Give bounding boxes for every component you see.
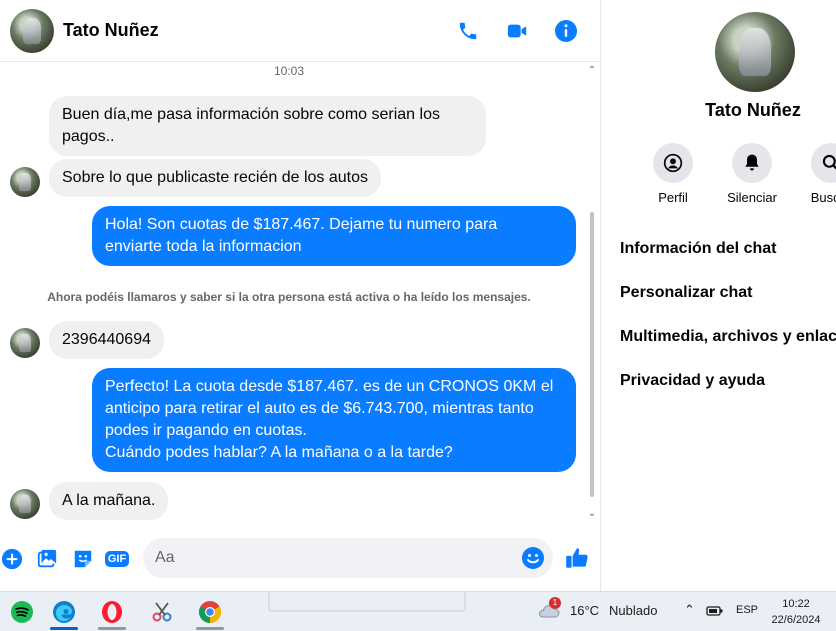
message-incoming[interactable]: Sobre lo que publicaste recién de los au… [49, 159, 381, 197]
profile-action[interactable]: Perfil [633, 143, 713, 205]
menu-media-files-links[interactable]: Multimedia, archivos y enlaces [620, 328, 836, 346]
mute-action-label: Silenciar [727, 190, 777, 205]
clock-date: 22/6/2024 [771, 614, 821, 626]
emoji-button[interactable] [521, 546, 545, 570]
edge-icon [53, 601, 75, 623]
chat-panel: Tato Nuñez 10:03 Buen día,me pasa inform… [0, 0, 601, 591]
conversation-info-button[interactable] [553, 18, 579, 44]
taskbar-edge[interactable] [42, 592, 86, 631]
attach-media-button[interactable] [35, 547, 59, 571]
input-language-indicator[interactable]: ESP [736, 604, 758, 616]
scroll-thumb[interactable] [590, 212, 594, 497]
plus-circle-icon [1, 548, 23, 570]
show-hidden-icons-chevron-icon[interactable]: ⌃ [684, 602, 695, 618]
weather-widget[interactable]: 1 16°C Nublado [536, 597, 658, 620]
message-outgoing[interactable]: Perfecto! La cuota desde $187.467. es de… [92, 368, 576, 472]
scroll-down-arrow-icon[interactable]: ⌄ [587, 508, 597, 519]
message-incoming[interactable]: 2396440694 [49, 321, 164, 359]
phone-icon [459, 22, 477, 40]
message-incoming[interactable]: Buen día,me pasa información sobre como … [49, 96, 486, 156]
sender-avatar[interactable] [10, 328, 40, 358]
clock-time: 10:22 [782, 598, 810, 610]
message-composer: GIF [0, 528, 601, 591]
mute-action-button[interactable] [732, 143, 772, 183]
search-action-button[interactable] [811, 143, 836, 183]
message-input[interactable] [143, 538, 553, 578]
send-like-button[interactable] [564, 544, 590, 572]
spotify-icon [11, 601, 33, 623]
phone-call-button[interactable] [455, 18, 481, 44]
weather-temperature: 16°C [570, 602, 600, 618]
bell-icon [745, 154, 759, 171]
sender-avatar[interactable] [10, 489, 40, 519]
profile-icon [663, 153, 683, 173]
message-list[interactable]: 10:03 Buen día,me pasa información sobre… [0, 62, 601, 528]
chat-header: Tato Nuñez [0, 0, 601, 62]
gif-icon: GIF [104, 551, 130, 567]
taskbar-spotify[interactable] [0, 592, 44, 631]
scroll-up-arrow-icon[interactable]: ⌃ [587, 65, 597, 76]
sticker-icon [74, 550, 92, 568]
mute-action[interactable]: Silenciar [712, 143, 792, 205]
weather-alert-badge: 1 [549, 597, 561, 609]
menu-chat-info[interactable]: Información del chat [620, 240, 776, 258]
info-icon [555, 20, 577, 42]
tray-network-battery-icon[interactable] [706, 603, 724, 624]
video-call-button[interactable] [504, 18, 530, 44]
conversation-details-panel: Tato Nuñez Perfil Silenciar Buscar Infor… [602, 0, 836, 591]
gif-button[interactable]: GIF [104, 547, 130, 571]
taskbar-snipping-tool[interactable] [140, 592, 184, 631]
cloudy-weather-icon: 1 [536, 597, 561, 620]
menu-customize-chat[interactable]: Personalizar chat [620, 284, 753, 302]
search-action-label: Buscar [810, 190, 836, 205]
search-action[interactable]: Buscar [791, 143, 836, 205]
gallery-icon [37, 549, 57, 568]
chrome-icon [199, 601, 221, 623]
weather-condition: Nublado [609, 602, 658, 618]
gif-label: GIF [107, 553, 127, 565]
windows-taskbar: 1 16°C Nublado ⌃ ESP 10:22 22/6/2024 [0, 591, 836, 631]
taskbar-chrome[interactable] [188, 592, 232, 631]
timestamp-separator: 10:03 [273, 64, 305, 78]
search-icon [822, 154, 836, 170]
more-actions-button[interactable] [0, 547, 24, 571]
profile-action-button[interactable] [653, 143, 693, 183]
message-scrollbar[interactable]: ⌃ ⌄ [587, 62, 597, 528]
opera-icon [102, 601, 122, 623]
message-outgoing[interactable]: Hola! Son cuotas de $187.467. Dejame tu … [92, 206, 576, 266]
messenger-window: Tato Nuñez 10:03 Buen día,me pasa inform… [0, 0, 836, 631]
sender-avatar[interactable] [10, 167, 40, 197]
contact-avatar[interactable] [10, 9, 54, 53]
profile-photo[interactable] [715, 12, 795, 92]
taskbar-search-outline [268, 592, 466, 612]
profile-action-label: Perfil [658, 190, 688, 205]
calling-notice: Ahora podéis llamaros y saber si la otra… [47, 290, 531, 304]
snipping-tool-icon [152, 602, 172, 622]
details-contact-name: Tato Nuñez [705, 100, 801, 120]
taskbar-opera[interactable] [90, 592, 134, 631]
system-clock[interactable]: 10:22 22/6/2024 [762, 596, 830, 628]
emoji-smile-icon [522, 547, 544, 569]
menu-privacy-help[interactable]: Privacidad y ayuda [620, 372, 765, 390]
thumbs-up-icon [566, 548, 588, 568]
video-camera-icon [507, 24, 527, 38]
message-incoming[interactable]: A la mañana. [49, 482, 169, 520]
sticker-button[interactable] [71, 547, 95, 571]
contact-name[interactable]: Tato Nuñez [63, 20, 159, 41]
